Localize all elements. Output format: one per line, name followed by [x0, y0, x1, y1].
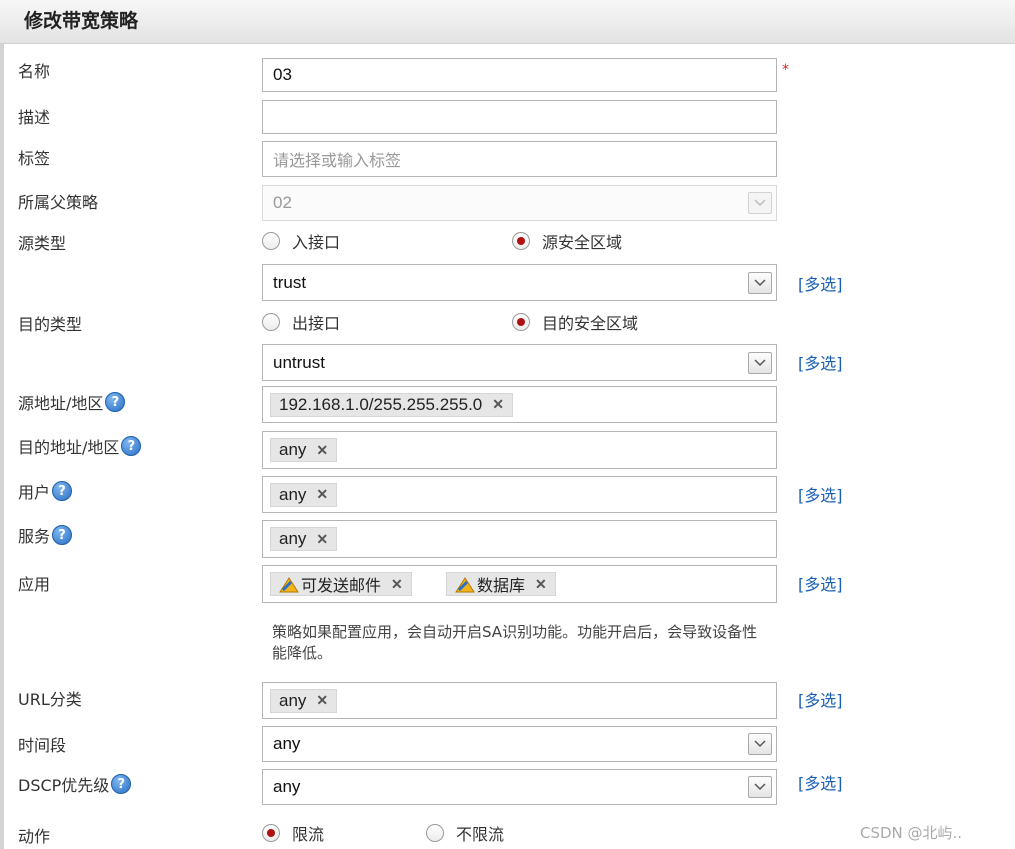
help-icon[interactable]: ?	[52, 481, 73, 501]
close-icon[interactable]: ✕	[316, 692, 328, 709]
help-icon[interactable]: ?	[105, 392, 126, 412]
dest-address-input[interactable]: any ✕	[262, 431, 777, 469]
tags-placeholder: 请选择或输入标签	[273, 151, 402, 170]
url-category-label: URL分类	[18, 690, 82, 709]
close-icon[interactable]: ✕	[316, 531, 328, 548]
service-label: 服务 ?	[18, 523, 73, 547]
application-multi-select-link[interactable]: [多选]	[798, 571, 843, 595]
radio-action-limit[interactable]: 限流	[262, 821, 324, 845]
close-icon[interactable]: ✕	[316, 442, 328, 459]
dscp-priority-label: DSCP优先级 ?	[18, 772, 132, 796]
radio-dest-zone[interactable]: 目的安全区域	[512, 310, 638, 334]
dest-zone-select[interactable]: untrust	[262, 344, 777, 381]
tags-input[interactable]: 请选择或输入标签	[262, 141, 777, 177]
app-icon	[279, 577, 299, 593]
app-icon	[455, 577, 475, 593]
source-zone-multi-select-link[interactable]: [多选]	[798, 271, 843, 295]
user-multi-select-link[interactable]: [多选]	[798, 482, 843, 506]
chevron-down-icon[interactable]	[748, 733, 772, 755]
chevron-down-icon[interactable]	[748, 271, 772, 294]
user-label: 用户 ?	[18, 479, 73, 503]
radio-source-zone[interactable]: 源安全区域	[512, 229, 622, 253]
source-type-label: 源类型	[18, 234, 67, 253]
url-category-input[interactable]: any ✕	[262, 682, 777, 719]
tags-label: 标签	[18, 149, 51, 168]
parent-policy-label: 所属父策略	[18, 193, 99, 212]
help-icon[interactable]: ?	[52, 525, 73, 545]
radio-action-no-limit[interactable]: 不限流	[426, 821, 504, 845]
radio-button[interactable]	[426, 824, 444, 842]
service-input[interactable]: any ✕	[262, 520, 777, 558]
chevron-down-icon[interactable]	[748, 776, 772, 798]
url-category-multi-select-link[interactable]: [多选]	[798, 687, 843, 711]
dialog-title-bar: 修改带宽策略	[0, 0, 1015, 44]
close-icon[interactable]: ✕	[391, 576, 403, 593]
dest-type-label: 目的类型	[18, 315, 83, 334]
name-label: 名称	[18, 62, 51, 81]
parent-policy-select: 02	[262, 185, 777, 221]
name-input[interactable]: 03	[262, 58, 777, 92]
tag-user: any ✕	[270, 482, 338, 507]
time-range-select[interactable]: any	[262, 726, 777, 762]
radio-dest-interface[interactable]: 出接口	[262, 310, 340, 334]
dest-zone-multi-select-link[interactable]: [多选]	[798, 350, 843, 374]
tag-url-category: any ✕	[270, 688, 338, 713]
description-label: 描述	[18, 108, 51, 127]
source-address-input[interactable]: 192.168.1.0/255.255.255.0 ✕	[262, 386, 777, 423]
user-input[interactable]: any ✕	[262, 476, 777, 513]
dscp-priority-select[interactable]: any	[262, 769, 777, 805]
radio-button-checked[interactable]	[262, 824, 280, 842]
help-icon[interactable]: ?	[121, 436, 142, 456]
application-input[interactable]: 可发送邮件 ✕ 数据库 ✕	[262, 565, 777, 603]
source-zone-select[interactable]: trust	[262, 264, 777, 301]
required-mark: *	[782, 62, 789, 78]
watermark: CSDN @北屿..	[860, 824, 963, 842]
chevron-down-icon	[748, 192, 772, 214]
close-icon[interactable]: ✕	[492, 396, 504, 413]
tag-source-address: 192.168.1.0/255.255.255.0 ✕	[270, 392, 513, 417]
dialog-title: 修改带宽策略	[24, 10, 139, 32]
radio-source-interface[interactable]: 入接口	[262, 229, 340, 253]
dest-address-label: 目的地址/地区 ?	[18, 434, 142, 458]
chevron-down-icon[interactable]	[748, 351, 772, 374]
radio-button-checked[interactable]	[512, 232, 530, 250]
radio-button[interactable]	[262, 313, 280, 331]
action-label: 动作	[18, 827, 51, 846]
tag-application-database: 数据库 ✕	[446, 572, 556, 596]
close-icon[interactable]: ✕	[535, 576, 547, 593]
application-note: 策略如果配置应用，会自动开启SA识别功能。功能开启后，会导致设备性能降低。	[272, 623, 758, 662]
dscp-priority-multi-select-link[interactable]: [多选]	[798, 770, 843, 794]
radio-button-checked[interactable]	[512, 313, 530, 331]
close-icon[interactable]: ✕	[316, 486, 328, 503]
dialog-left-border	[0, 0, 4, 849]
help-icon[interactable]: ?	[111, 774, 132, 794]
tag-service: any ✕	[270, 527, 338, 551]
description-input[interactable]	[262, 100, 777, 134]
radio-button[interactable]	[262, 232, 280, 250]
application-label: 应用	[18, 575, 51, 594]
time-range-label: 时间段	[18, 736, 67, 755]
tag-application-email: 可发送邮件 ✕	[270, 572, 412, 596]
tag-dest-address: any ✕	[270, 438, 338, 462]
source-address-label: 源地址/地区 ?	[18, 390, 126, 414]
